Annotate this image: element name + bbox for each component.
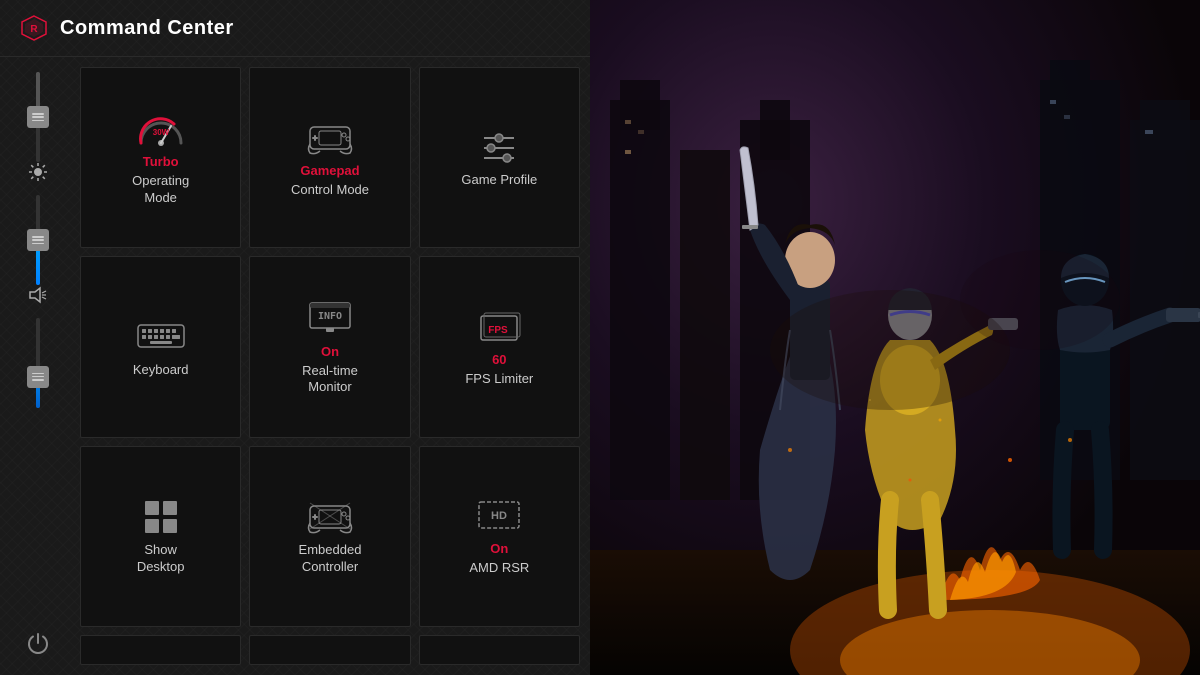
power-button[interactable] <box>26 631 50 660</box>
rog-logo-icon: R <box>20 14 48 42</box>
speedometer-icon: 30W <box>136 108 186 148</box>
partial-cell-2 <box>249 635 410 665</box>
gamepad-icon <box>305 117 355 157</box>
volume-slider-track <box>36 318 40 408</box>
grid-row-2: Keyboard INFO On Real-timeMoni <box>80 256 580 437</box>
sliders-icon <box>474 126 524 166</box>
keyboard-icon <box>136 316 186 356</box>
grid-row-partial <box>80 635 580 665</box>
svg-text:30W: 30W <box>152 128 169 137</box>
monitor-status: On <box>321 344 339 359</box>
top-slider-section <box>36 72 40 162</box>
partial-cell-3 <box>419 635 580 665</box>
brightness-slider-track <box>36 195 40 285</box>
fps-status: 60 <box>492 352 506 367</box>
top-slider-thumb[interactable] <box>27 106 49 128</box>
svg-text:HD: HD <box>491 510 507 522</box>
svg-text:INFO: INFO <box>318 311 342 322</box>
game-profile-cell[interactable]: Game Profile <box>419 67 580 248</box>
brightness-slider-thumb[interactable] <box>27 229 49 251</box>
app-title: Command Center <box>60 17 234 40</box>
amd-rsr-label: AMD RSR <box>469 560 529 577</box>
embedded-controller-cell[interactable]: EmbeddedController <box>249 446 410 627</box>
fps-icon: FPS <box>474 306 524 346</box>
embedded-controller-label: EmbeddedController <box>299 542 362 576</box>
amd-rsr-cell[interactable]: HD On AMD RSR <box>419 446 580 627</box>
svg-text:R: R <box>30 24 38 35</box>
embedded-controller-icon <box>305 496 355 536</box>
brightness-slider-section <box>28 162 48 285</box>
hd-icon: HD <box>474 495 524 535</box>
grid-row-3: ShowDesktop <box>80 446 580 627</box>
realtime-monitor-cell[interactable]: INFO On Real-timeMonitor <box>249 256 410 437</box>
game-profile-label: Game Profile <box>461 172 537 189</box>
game-scene <box>590 0 1200 675</box>
operating-mode-cell[interactable]: 30W Turbo OperatingMode <box>80 67 241 248</box>
operating-mode-label: OperatingMode <box>132 173 189 207</box>
show-desktop-cell[interactable]: ShowDesktop <box>80 446 241 627</box>
left-panel: R Command Center <box>0 0 590 675</box>
keyboard-label: Keyboard <box>133 362 189 379</box>
svg-text:FPS: FPS <box>489 325 509 336</box>
show-desktop-label: ShowDesktop <box>137 542 185 576</box>
monitor-icon: INFO <box>305 298 355 338</box>
header: R Command Center <box>0 0 590 57</box>
grid-row-1: 30W Turbo OperatingMode <box>80 67 580 248</box>
fps-limiter-label: FPS Limiter <box>465 371 533 388</box>
partial-cell-1 <box>80 635 241 665</box>
right-panel <box>590 0 1200 675</box>
volume-slider-section <box>28 285 48 408</box>
sidebar <box>0 57 75 675</box>
volume-slider-thumb[interactable] <box>27 366 49 388</box>
windows-icon <box>136 496 186 536</box>
main-content: 30W Turbo OperatingMode <box>0 57 590 675</box>
fps-limiter-cell[interactable]: FPS 60 FPS Limiter <box>419 256 580 437</box>
gamepad-label: Control Mode <box>291 182 369 199</box>
keyboard-cell[interactable]: Keyboard <box>80 256 241 437</box>
amd-rsr-status: On <box>490 541 508 556</box>
gamepad-cell[interactable]: Gamepad Control Mode <box>249 67 410 248</box>
grid-area: 30W Turbo OperatingMode <box>75 57 590 675</box>
volume-icon <box>28 285 48 310</box>
gamepad-status: Gamepad <box>300 163 359 178</box>
turbo-status: Turbo <box>143 154 179 169</box>
realtime-monitor-label: Real-timeMonitor <box>302 363 358 397</box>
top-slider-track <box>36 72 40 162</box>
brightness-icon <box>28 162 48 187</box>
